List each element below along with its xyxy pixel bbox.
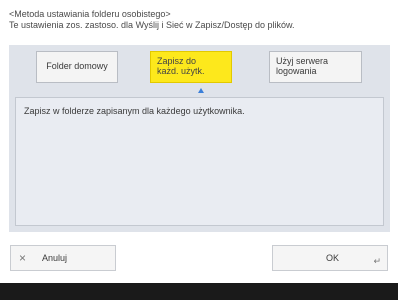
ok-label: OK bbox=[326, 253, 340, 263]
option-home-folder-button[interactable]: Folder domowy bbox=[36, 51, 118, 83]
cancel-label: Anuluj bbox=[42, 253, 68, 263]
enter-icon: ↵ bbox=[373, 256, 381, 266]
bottom-bar bbox=[0, 283, 398, 300]
settings-panel: Folder domowy Zapisz do każd. użytk. Uży… bbox=[9, 45, 390, 232]
option-label-line2: logowania bbox=[276, 66, 317, 76]
description-box: Zapisz w folderze zapisanym dla każdego … bbox=[15, 97, 384, 226]
option-label-line1: Zapisz do bbox=[157, 56, 197, 66]
option-label-line2: każd. użytk. bbox=[157, 66, 205, 76]
page-title: <Metoda ustawiania folderu osobistego> bbox=[9, 9, 171, 19]
header: <Metoda ustawiania folderu osobistego> T… bbox=[9, 9, 394, 31]
description-text: Zapisz w folderze zapisanym dla każdego … bbox=[24, 106, 245, 116]
option-label: Folder domowy bbox=[46, 61, 108, 71]
option-login-server-button[interactable]: Użyj serwera logowania bbox=[269, 51, 362, 83]
close-icon: × bbox=[19, 251, 27, 265]
option-label-line1: Użyj serwera bbox=[276, 56, 329, 66]
page-subtitle: Te ustawienia zos. zastoso. dla Wyślij i… bbox=[9, 20, 295, 30]
ok-button[interactable]: OK ↵ bbox=[272, 245, 388, 271]
cancel-button[interactable]: × Anuluj bbox=[10, 245, 116, 271]
selection-indicator-icon bbox=[198, 88, 204, 93]
option-save-per-user-button[interactable]: Zapisz do każd. użytk. bbox=[150, 51, 232, 83]
